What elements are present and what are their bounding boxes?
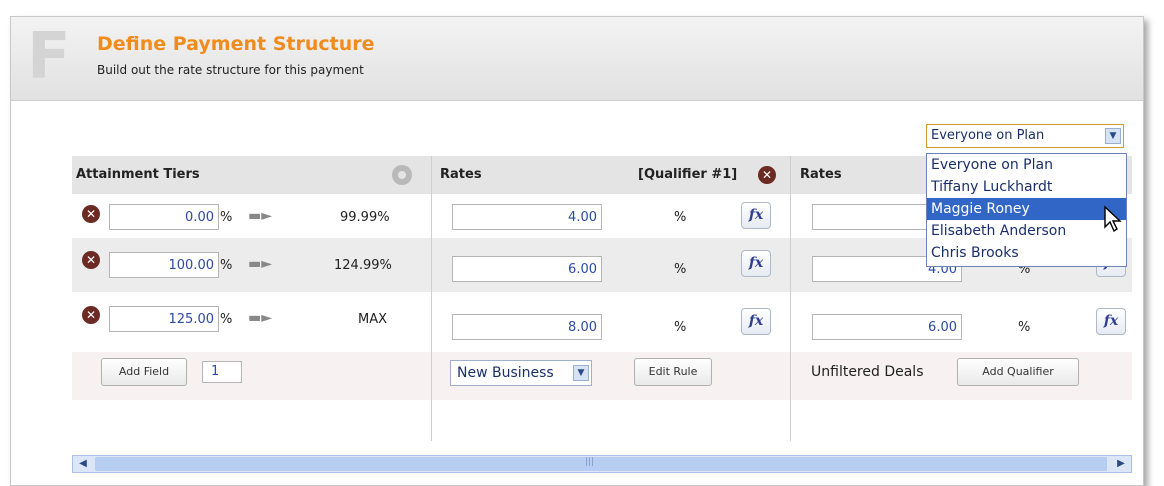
mouse-pointer-icon [1104, 205, 1122, 233]
tier-from-input[interactable]: 100.00 [109, 252, 219, 278]
header-rates-2: Rates [800, 167, 842, 182]
scroll-right-icon[interactable]: ▶ [1113, 457, 1129, 471]
business-type-value: New Business [457, 365, 554, 381]
gear-icon[interactable] [392, 165, 412, 185]
panel-header: F Define Payment Structure Build out the… [11, 17, 1143, 101]
tier-from-input[interactable]: 125.00 [109, 306, 219, 332]
field-count-input[interactable]: 1 [202, 361, 242, 383]
dropdown-option[interactable]: Tiffany Luckhardt [927, 176, 1126, 198]
dropdown-option[interactable]: Elisabeth Anderson [927, 220, 1126, 242]
payment-structure-panel: F Define Payment Structure Build out the… [10, 16, 1144, 486]
formula-fx-button[interactable]: fx [741, 202, 771, 229]
column-divider [431, 156, 432, 441]
plan-member-value: Everyone on Plan [931, 128, 1045, 143]
scroll-left-icon[interactable]: ◀ [75, 457, 91, 471]
dropdown-option[interactable]: Everyone on Plan [927, 154, 1126, 176]
rate-input[interactable]: 4.00 [452, 204, 602, 230]
scroll-thumb[interactable] [95, 457, 1107, 471]
column-divider [790, 156, 791, 441]
header-attainment-tiers: Attainment Tiers [76, 167, 200, 182]
dropdown-option-selected[interactable]: Maggie Roney [927, 198, 1126, 220]
edit-rule-button[interactable]: Edit Rule [634, 358, 712, 386]
grid-footer-row: Add Field 1 New Business ▼ Edit Rule Unf… [72, 352, 1132, 400]
logo-letter: F [27, 20, 71, 94]
range-arrow-icon: ▬► [248, 256, 272, 272]
formula-fx-button[interactable]: fx [741, 308, 771, 335]
rate-input[interactable]: 8.00 [452, 314, 602, 340]
rate-input[interactable]: 6.00 [812, 314, 962, 340]
percent-sign: % [674, 320, 687, 335]
header-rates-1: Rates [440, 167, 482, 182]
dropdown-option[interactable]: Chris Brooks [927, 242, 1126, 264]
percent-sign: % [674, 210, 687, 225]
percent-sign: % [674, 262, 687, 277]
scroll-grip-icon: ||| [585, 457, 595, 467]
tier-to-value: MAX [358, 312, 388, 327]
percent-sign: % [220, 258, 233, 273]
header-qualifier-1: [Qualifier #1] [638, 167, 738, 182]
tier-from-input[interactable]: 0.00 [109, 204, 219, 230]
range-arrow-icon: ▬► [248, 208, 272, 224]
percent-sign: % [220, 210, 233, 225]
tier-row: ✕ 125.00 % ▬► MAX 8.00 % fx 6.00 % fx [72, 292, 1132, 352]
chevron-down-icon: ▼ [1105, 128, 1121, 144]
tier-to-value: 99.99% [340, 210, 390, 225]
range-arrow-icon: ▬► [248, 310, 272, 326]
chevron-down-icon: ▼ [573, 365, 589, 381]
business-type-select[interactable]: New Business ▼ [450, 360, 592, 386]
formula-fx-button[interactable]: fx [1096, 308, 1126, 335]
percent-sign: % [220, 312, 233, 327]
delete-tier-icon[interactable]: ✕ [82, 205, 100, 223]
formula-fx-button[interactable]: fx [741, 250, 771, 277]
add-qualifier-button[interactable]: Add Qualifier [957, 358, 1079, 386]
page-subtitle: Build out the rate structure for this pa… [97, 63, 364, 77]
unfiltered-deals-label: Unfiltered Deals [811, 364, 924, 380]
tier-to-value: 124.99% [334, 258, 392, 273]
horizontal-scrollbar[interactable]: ◀ ||| ▶ [72, 455, 1132, 473]
plan-member-select[interactable]: Everyone on Plan ▼ [926, 124, 1124, 148]
page-title: Define Payment Structure [97, 33, 375, 55]
rate-input[interactable]: 6.00 [452, 256, 602, 282]
add-field-button[interactable]: Add Field [101, 358, 187, 386]
remove-qualifier-icon[interactable]: ✕ [758, 166, 776, 184]
plan-member-dropdown: Everyone on Plan Tiffany Luckhardt Maggi… [926, 153, 1127, 267]
percent-sign: % [1018, 320, 1031, 335]
delete-tier-icon[interactable]: ✕ [82, 306, 100, 324]
delete-tier-icon[interactable]: ✕ [82, 251, 100, 269]
